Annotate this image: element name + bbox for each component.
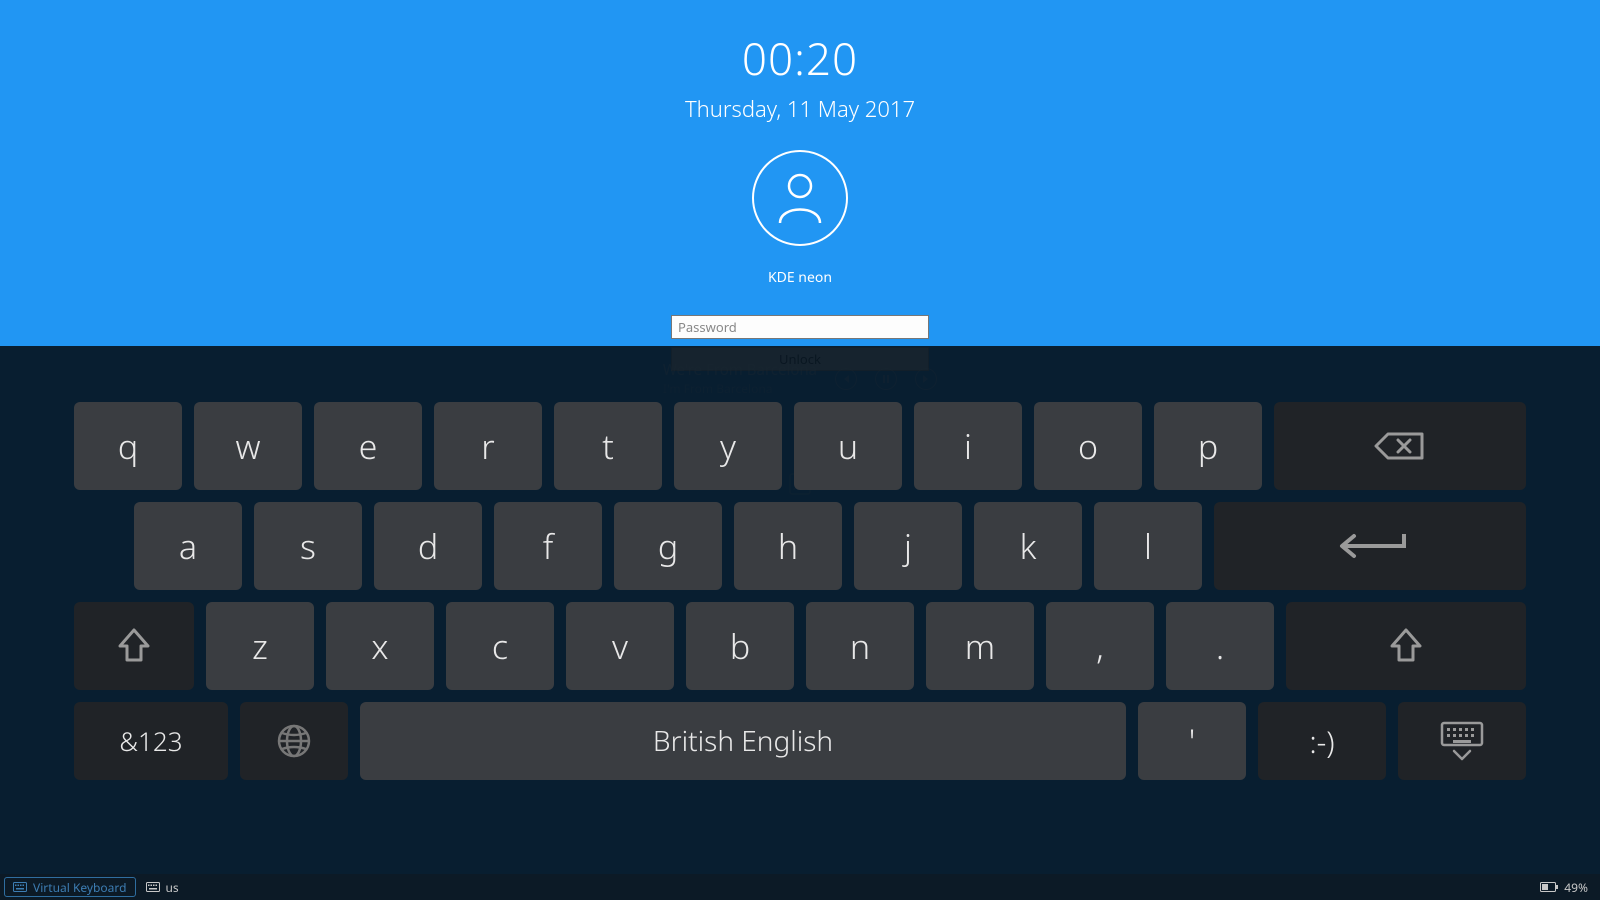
key-a[interactable]: a <box>134 502 242 590</box>
shift-up-icon <box>114 626 154 666</box>
battery-indicator[interactable]: 49% <box>1540 879 1596 896</box>
enter-icon <box>1332 532 1408 560</box>
key-y[interactable]: y <box>674 402 782 490</box>
keyboard-layout-label: us <box>166 879 179 896</box>
virtual-keyboard: q w e r t y u i o p a s d f g h j k l <box>0 346 1600 874</box>
key-m[interactable]: m <box>926 602 1034 690</box>
key-h[interactable]: h <box>734 502 842 590</box>
clock-area: 00:20 Thursday, 11 May 2017 <box>0 0 1600 124</box>
clock-date: Thursday, 11 May 2017 <box>0 94 1600 124</box>
user-block: KDE neon <box>0 150 1600 287</box>
key-p[interactable]: p <box>1154 402 1262 490</box>
key-l[interactable]: l <box>1094 502 1202 590</box>
user-icon <box>775 171 825 225</box>
key-n[interactable]: n <box>806 602 914 690</box>
keyboard-icon <box>13 882 27 892</box>
key-hide-keyboard[interactable] <box>1398 702 1526 780</box>
key-z[interactable]: z <box>206 602 314 690</box>
shift-up-icon <box>1386 626 1426 666</box>
key-apostrophe[interactable]: ' <box>1138 702 1246 780</box>
key-r[interactable]: r <box>434 402 542 490</box>
key-c[interactable]: c <box>446 602 554 690</box>
key-t[interactable]: t <box>554 402 662 490</box>
key-period[interactable]: . <box>1166 602 1274 690</box>
keyboard-layout-indicator[interactable]: us <box>146 879 179 896</box>
key-x[interactable]: x <box>326 602 434 690</box>
virtual-keyboard-toggle[interactable]: Virtual Keyboard <box>4 877 136 897</box>
key-shift-left[interactable] <box>74 602 194 690</box>
globe-icon <box>274 721 314 761</box>
key-s[interactable]: s <box>254 502 362 590</box>
virtual-keyboard-toggle-label: Virtual Keyboard <box>33 879 127 896</box>
battery-icon <box>1540 882 1558 892</box>
keyboard-icon <box>146 882 160 892</box>
backspace-icon <box>1374 430 1426 462</box>
avatar[interactable] <box>752 150 848 246</box>
key-k[interactable]: k <box>974 502 1082 590</box>
vk-row-3: z x c v b n m , . <box>74 602 1526 690</box>
vk-row-4: &123 British English ' :-) <box>74 702 1526 780</box>
status-bar: Virtual Keyboard us 49% <box>0 874 1600 900</box>
key-u[interactable]: u <box>794 402 902 490</box>
username-label: KDE neon <box>768 268 832 287</box>
battery-percentage: 49% <box>1564 879 1588 896</box>
key-w[interactable]: w <box>194 402 302 490</box>
key-shift-right[interactable] <box>1286 602 1526 690</box>
key-symbols[interactable]: &123 <box>74 702 228 780</box>
key-backspace[interactable] <box>1274 402 1526 490</box>
key-e[interactable]: e <box>314 402 422 490</box>
hide-keyboard-icon <box>1438 719 1486 763</box>
vk-row-1: q w e r t y u i o p <box>74 402 1526 490</box>
key-d[interactable]: d <box>374 502 482 590</box>
key-b[interactable]: b <box>686 602 794 690</box>
key-f[interactable]: f <box>494 502 602 590</box>
password-input[interactable] <box>671 315 929 339</box>
key-q[interactable]: q <box>74 402 182 490</box>
key-g[interactable]: g <box>614 502 722 590</box>
clock-time: 00:20 <box>0 28 1600 88</box>
key-emoji[interactable]: :-) <box>1258 702 1386 780</box>
key-v[interactable]: v <box>566 602 674 690</box>
key-enter[interactable] <box>1214 502 1526 590</box>
key-comma[interactable]: , <box>1046 602 1154 690</box>
key-o[interactable]: o <box>1034 402 1142 490</box>
key-space[interactable]: British English <box>360 702 1126 780</box>
vk-row-2: a s d f g h j k l <box>74 502 1526 590</box>
key-language[interactable] <box>240 702 348 780</box>
key-i[interactable]: i <box>914 402 1022 490</box>
key-j[interactable]: j <box>854 502 962 590</box>
